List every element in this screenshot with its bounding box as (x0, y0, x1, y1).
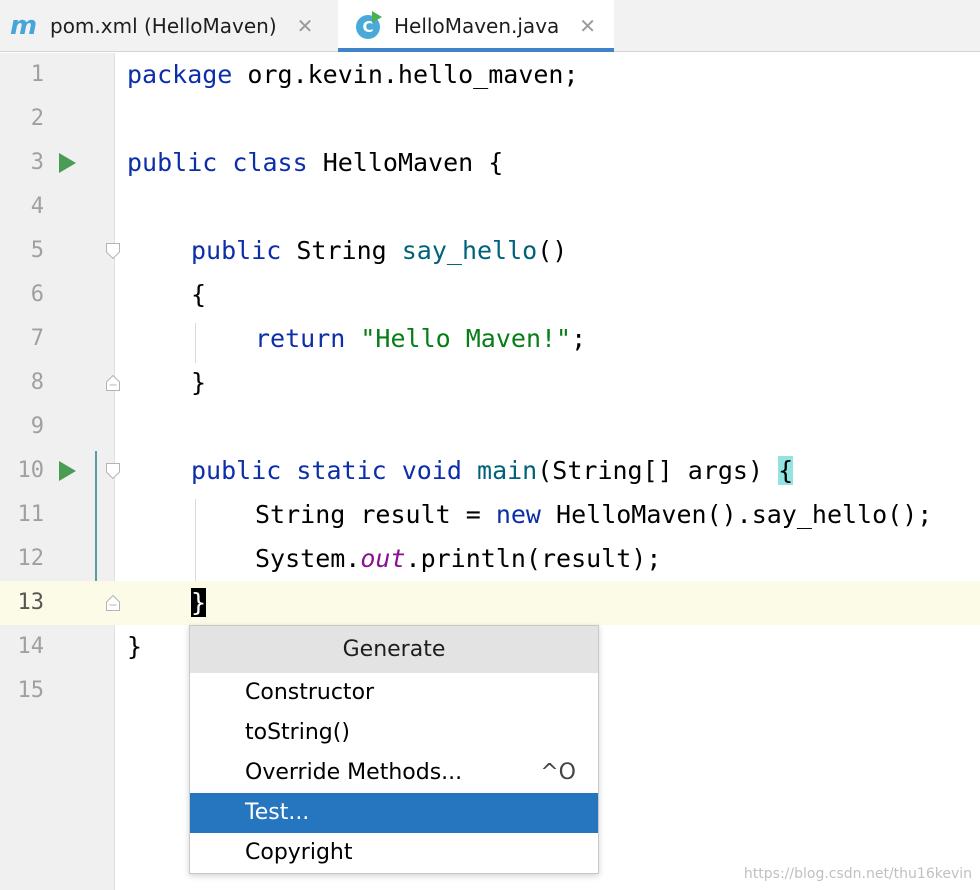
code-line-8: 8 } (0, 361, 980, 405)
code-text: public class HelloMaven { (127, 148, 504, 177)
code-line-9: 9 (0, 405, 980, 449)
tab-hello-maven-java[interactable]: C HelloMaven.java ✕ (338, 0, 614, 52)
line-number: 10 (17, 458, 45, 483)
fold-end-icon[interactable] (106, 595, 120, 611)
code-text: return "Hello Maven!"; (255, 324, 587, 353)
code-line-13-current: 13 } (0, 581, 980, 625)
line-number: 15 (17, 678, 45, 703)
run-badge-icon (372, 10, 382, 23)
code-line-5: 5 public String say_hello() (0, 229, 980, 273)
code-text: { (191, 280, 207, 309)
tab-pom-xml[interactable]: m pom.xml (HelloMaven) ✕ (10, 0, 332, 52)
menu-item-test[interactable]: Test... (190, 793, 598, 833)
code-text: public static void main(String[] args) { (191, 456, 794, 485)
line-number: 7 (30, 326, 44, 351)
line-number: 5 (30, 238, 44, 263)
maven-icon: m (10, 11, 38, 41)
line-number: 12 (17, 546, 45, 571)
line-number: 14 (17, 634, 45, 659)
active-tab-indicator (338, 48, 614, 52)
menu-item-tostring[interactable]: toString() (190, 713, 598, 753)
generate-popup: Generate Constructor toString() Override… (189, 625, 599, 874)
code-line-1: 1 package org.kevin.hello_maven; (0, 53, 980, 97)
java-class-run-icon: C (354, 10, 384, 41)
code-line-2: 2 (0, 97, 980, 141)
menu-item-constructor[interactable]: Constructor (190, 673, 598, 713)
close-icon[interactable]: ✕ (579, 14, 596, 38)
line-number: 1 (30, 62, 44, 87)
code-text: System.out.println(result); (255, 544, 662, 573)
code-line-10: 10 public static void main(String[] args… (0, 449, 980, 493)
code-text: String result = new HelloMaven().say_hel… (255, 500, 933, 529)
line-number: 3 (30, 150, 44, 175)
run-gutter-icon[interactable] (59, 153, 76, 173)
line-number: 9 (30, 414, 44, 439)
fold-icon[interactable] (106, 463, 120, 479)
fold-end-icon[interactable] (106, 375, 120, 391)
editor-tab-bar: m pom.xml (HelloMaven) ✕ C HelloMaven.ja… (0, 0, 980, 52)
code-line-11: 11 String result = new HelloMaven().say_… (0, 493, 980, 537)
line-number: 4 (30, 194, 44, 219)
close-icon[interactable]: ✕ (297, 14, 314, 38)
run-gutter-icon[interactable] (59, 461, 76, 481)
popup-title: Generate (190, 626, 598, 673)
code-line-4: 4 (0, 185, 980, 229)
code-line-3: 3 public class HelloMaven { (0, 141, 980, 185)
caret-brace: } (191, 588, 207, 617)
menu-item-override-methods[interactable]: Override Methods... ^O (190, 753, 598, 793)
code-line-12: 12 System.out.println(result); (0, 537, 980, 581)
shortcut-label: ^O (540, 760, 576, 785)
tab-label: pom.xml (HelloMaven) (50, 14, 277, 38)
code-text: } (191, 581, 207, 625)
tab-label: HelloMaven.java (394, 13, 560, 38)
code-line-6: 6 { (0, 273, 980, 317)
code-line-7: 7 return "Hello Maven!"; (0, 317, 980, 361)
menu-item-copyright[interactable]: Copyright (190, 833, 598, 873)
line-number: 6 (30, 282, 44, 307)
line-number: 8 (30, 370, 44, 395)
watermark: https://blog.csdn.net/thu16kevin (743, 866, 972, 882)
code-text: package org.kevin.hello_maven; (127, 60, 579, 89)
line-number: 11 (17, 502, 45, 527)
code-text: } (191, 368, 207, 397)
code-text: public String say_hello() (191, 236, 568, 265)
fold-icon[interactable] (106, 243, 120, 259)
code-text: } (127, 632, 143, 661)
line-number: 13 (17, 590, 45, 615)
line-number: 2 (30, 106, 44, 131)
